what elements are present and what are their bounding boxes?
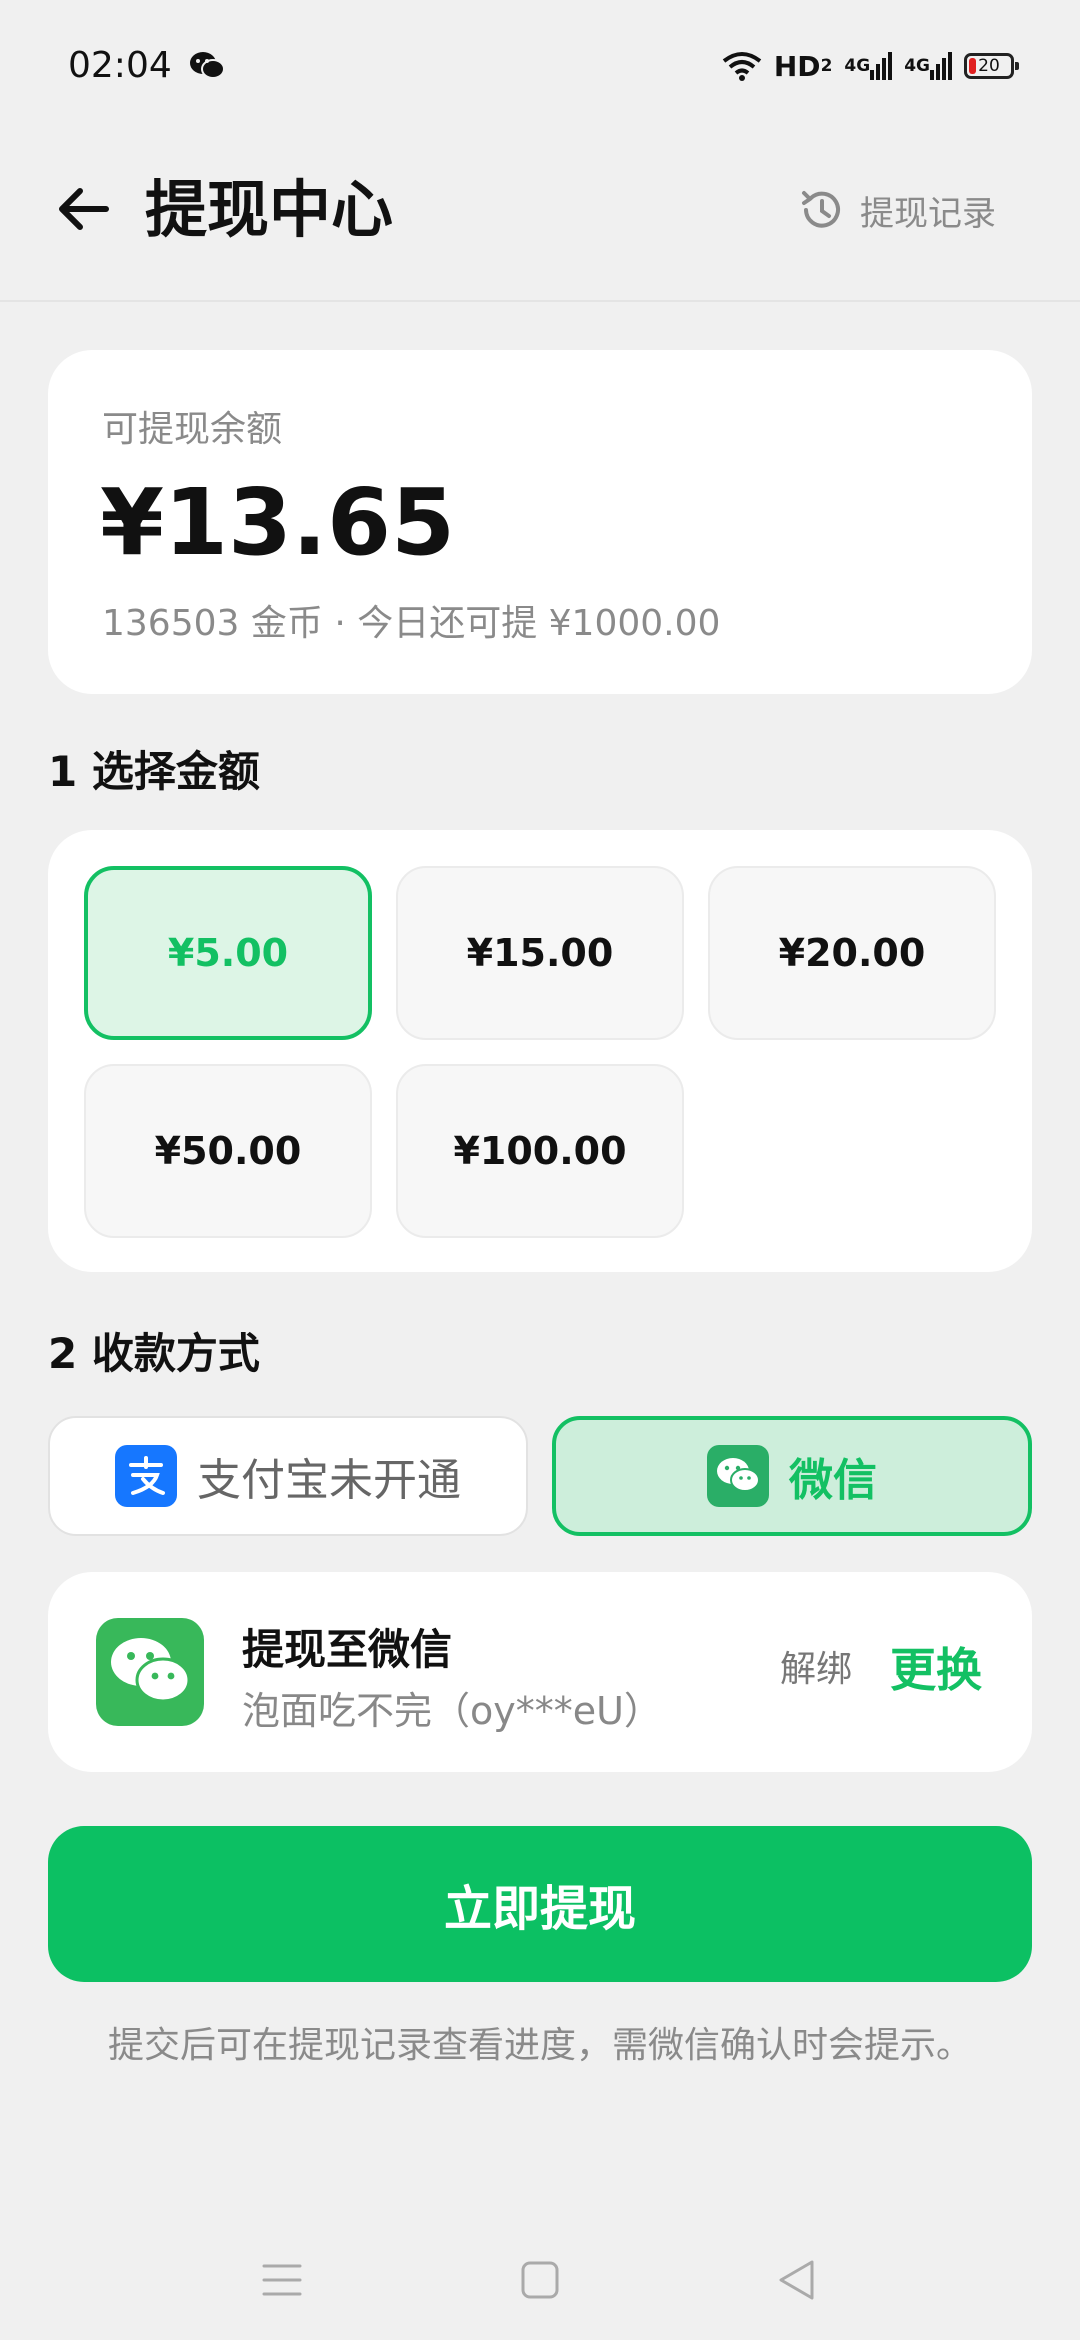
amount-option-5[interactable]: ¥5.00 xyxy=(84,866,372,1040)
triangle-back-icon xyxy=(779,2260,814,2300)
page-header: 提现中心 提现记录 xyxy=(0,132,1080,302)
amount-option-50[interactable]: ¥50.00 xyxy=(84,1064,372,1238)
recent-apps-button[interactable] xyxy=(252,2250,312,2310)
system-back-button[interactable] xyxy=(766,2250,826,2310)
balance-sub: 136503 金币 · 今日还可提 ¥1000.00 xyxy=(102,603,721,644)
payment-method-title: 2 收款方式 xyxy=(48,1329,260,1378)
amount-option-20[interactable]: ¥20.00 xyxy=(708,866,996,1040)
hint-text: 提交后可在提现记录查看进度，需微信确认时会提示。 xyxy=(107,2025,972,2066)
amount-options-card: ¥5.00 ¥15.00 ¥20.00 ¥50.00 ¥100.00 xyxy=(48,830,1032,1272)
wechat-label: 微信 xyxy=(789,1455,877,1506)
wechat-notification-icon xyxy=(190,52,225,79)
network-sub-label: 2 xyxy=(820,56,833,76)
unbind-button[interactable]: 解绑 xyxy=(780,1640,852,1692)
wechat-method-button[interactable]: 微信 xyxy=(552,1416,1032,1536)
system-nav-bar xyxy=(0,2220,1080,2340)
history-label: 提现记录 xyxy=(860,193,996,234)
select-amount-title: 1 选择金额 xyxy=(48,747,260,796)
signal-1-icon xyxy=(870,52,893,80)
status-bar: 02:04 HD 2 4G 4G 20 xyxy=(0,0,1080,132)
alipay-method-button[interactable]: 支付宝未开通 xyxy=(48,1416,528,1536)
amount-option-15[interactable]: ¥15.00 xyxy=(396,866,684,1040)
account-title: 提现至微信 xyxy=(242,1625,453,1674)
bound-account-card: 提现至微信 泡面吃不完（oy***eU） 解绑 更换 xyxy=(48,1572,1032,1772)
withdraw-history-link[interactable]: 提现记录 xyxy=(796,178,996,242)
wechat-icon xyxy=(707,1445,769,1507)
status-indicators: HD 2 4G 4G 20 xyxy=(722,44,1019,88)
wechat-app-icon xyxy=(96,1618,204,1726)
square-icon xyxy=(521,2261,559,2299)
wifi-icon xyxy=(722,52,762,81)
balance-label: 可提现余额 xyxy=(102,409,283,450)
balance-amount: ¥13.65 xyxy=(100,469,456,576)
battery-icon: 20 xyxy=(964,53,1019,79)
signal-1-label: 4G xyxy=(844,56,871,76)
history-clock-icon xyxy=(802,191,840,228)
amount-option-100[interactable]: ¥100.00 xyxy=(396,1064,684,1238)
account-name: 泡面吃不完（oy***eU） xyxy=(242,1689,662,1733)
balance-card: 可提现余额 ¥13.65 136503 金币 · 今日还可提 ¥1000.00 xyxy=(48,350,1032,694)
network-type-label: HD xyxy=(773,49,821,83)
alipay-icon xyxy=(115,1445,177,1507)
withdraw-now-button[interactable]: 立即提现 xyxy=(48,1826,1032,1982)
menu-icon xyxy=(262,2264,302,2296)
page-title: 提现中心 xyxy=(145,173,394,246)
status-time: 02:04 xyxy=(68,45,172,86)
signal-2-icon xyxy=(930,52,952,80)
change-account-button[interactable]: 更换 xyxy=(890,1634,982,1700)
back-arrow-icon[interactable] xyxy=(52,177,116,241)
signal-2-label: 4G xyxy=(904,56,930,76)
home-button[interactable] xyxy=(510,2250,570,2310)
alipay-label: 支付宝未开通 xyxy=(197,1455,461,1506)
battery-level: 20 xyxy=(978,56,1000,76)
